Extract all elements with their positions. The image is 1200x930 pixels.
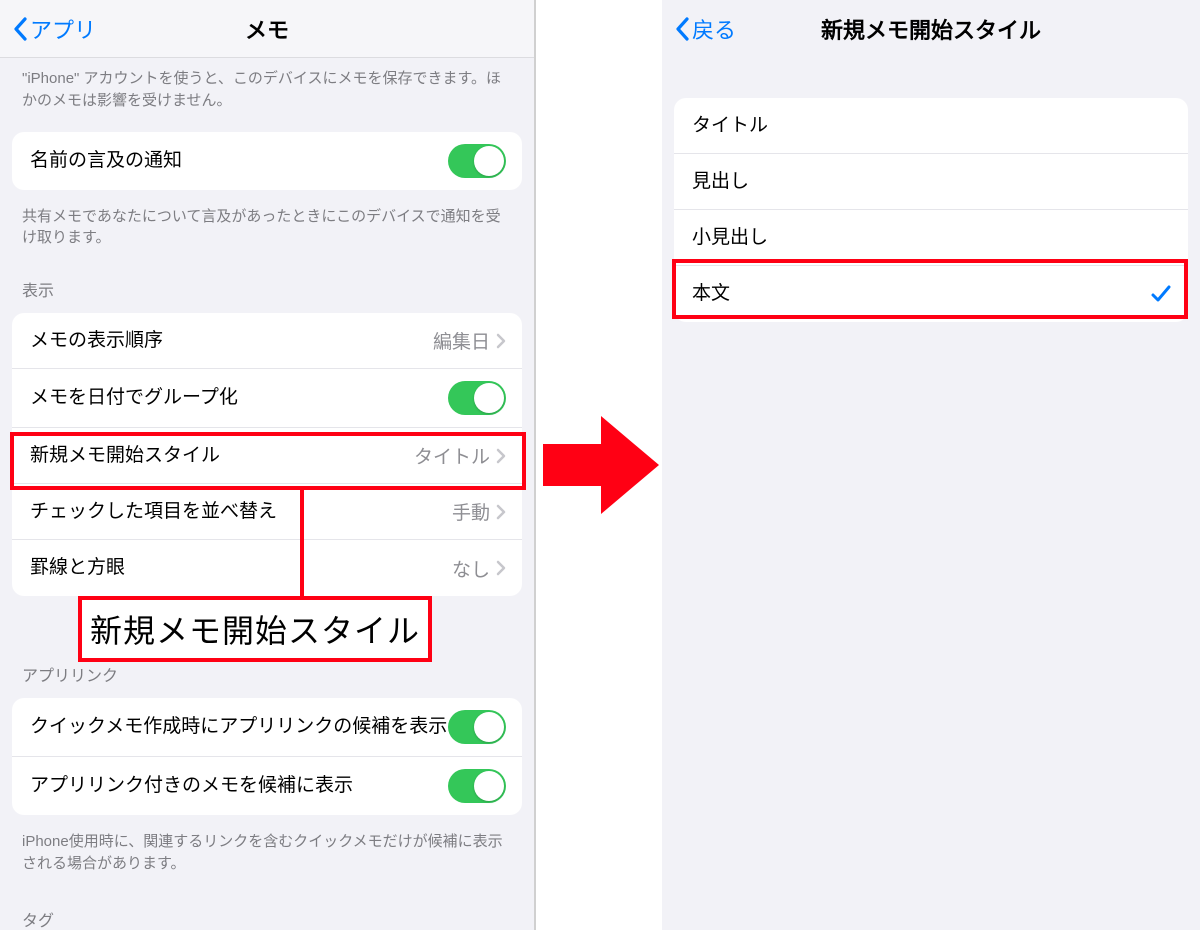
style-option-row[interactable]: 見出し [674, 154, 1188, 210]
style-value: タイトル [414, 442, 490, 469]
chevron-right-icon [496, 560, 506, 576]
content-scroll: "iPhone" アカウントを使うと、このデバイスにメモを保存できます。ほかのメ… [0, 58, 534, 930]
row-mention-toggle[interactable]: 名前の言及の通知 [12, 132, 522, 190]
arrow-right-icon [541, 410, 661, 520]
grid-value: なし [452, 555, 490, 582]
settings-pane-memo: アプリ メモ "iPhone" アカウントを使うと、このデバイスにメモを保存でき… [0, 0, 536, 930]
toggle-switch-on[interactable] [448, 769, 506, 803]
toggle-switch-on[interactable] [448, 710, 506, 744]
back-label: 戻る [692, 13, 736, 45]
chevron-right-icon [496, 333, 506, 349]
grid-label: 罫線と方眼 [30, 555, 452, 581]
row-lines-grids[interactable]: 罫線と方眼 なし [12, 540, 522, 596]
style-option-row[interactable]: タイトル [674, 98, 1188, 154]
page-title: メモ [245, 13, 289, 45]
chevron-left-icon [674, 17, 690, 41]
row-group-by-date[interactable]: メモを日付でグループ化 [12, 369, 522, 428]
style-option-row[interactable]: 本文 [674, 266, 1188, 322]
chevron-right-icon [496, 448, 506, 464]
group-label: メモを日付でグループ化 [30, 385, 448, 411]
content-scroll: タイトル見出し小見出し本文 [662, 58, 1200, 348]
option-label: 見出し [692, 169, 1172, 195]
show-label: アプリリンク付きのメモを候補に表示 [30, 773, 448, 799]
mention-label: 名前の言及の通知 [30, 148, 448, 174]
row-applink-show[interactable]: アプリリンク付きのメモを候補に表示 [12, 757, 522, 815]
chevron-left-icon [12, 17, 28, 41]
checked-label: チェックした項目を並べ替え [30, 499, 452, 525]
display-header: 表示 [0, 263, 534, 307]
row-new-note-style[interactable]: 新規メモ開始スタイル タイトル [12, 428, 522, 484]
transition-arrow-area [538, 0, 664, 930]
back-label: アプリ [30, 13, 96, 45]
nav-bar: アプリ メモ [0, 0, 534, 58]
row-sort-checked[interactable]: チェックした項目を並べ替え 手動 [12, 484, 522, 540]
mention-footer: 共有メモであなたについて言及があったときにこのデバイスで通知を受け取ります。 [0, 196, 534, 264]
account-footer: "iPhone" アカウントを使うと、このデバイスにメモを保存できます。ほかのメ… [0, 58, 534, 126]
back-button[interactable]: 戻る [674, 0, 736, 58]
style-option-row[interactable]: 小見出し [674, 210, 1188, 266]
checked-value: 手動 [452, 498, 490, 525]
toggle-switch-on[interactable] [448, 381, 506, 415]
settings-pane-style: 戻る 新規メモ開始スタイル タイトル見出し小見出し本文 [662, 0, 1200, 930]
applink-footer: iPhone使用時に、関連するリンクを含むクイックメモだけが候補に表示される場合… [0, 821, 534, 889]
toggle-switch-on[interactable] [448, 144, 506, 178]
row-quickmemo-suggest[interactable]: クイックメモ作成時にアプリリンクの候補を表示 [12, 698, 522, 757]
group-style-options: タイトル見出し小見出し本文 [674, 98, 1188, 322]
option-label: 小見出し [692, 225, 1172, 251]
option-label: タイトル [692, 113, 1172, 139]
page-title: 新規メモ開始スタイル [821, 13, 1041, 45]
nav-bar: 戻る 新規メモ開始スタイル [662, 0, 1200, 58]
group-display: メモの表示順序 編集日 メモを日付でグループ化 新規メモ開始スタイル タイトル … [12, 313, 522, 596]
group-applink: クイックメモ作成時にアプリリンクの候補を表示 アプリリンク付きのメモを候補に表示 [12, 698, 522, 815]
checkmark-icon [1150, 283, 1172, 305]
sort-label: メモの表示順序 [30, 328, 433, 354]
tag-header: タグ [0, 889, 534, 930]
row-sort-order[interactable]: メモの表示順序 編集日 [12, 313, 522, 369]
sort-value: 編集日 [433, 327, 490, 354]
back-button[interactable]: アプリ [12, 0, 96, 57]
chevron-right-icon [496, 504, 506, 520]
quick-label: クイックメモ作成時にアプリリンクの候補を表示 [30, 714, 448, 740]
group-mention: 名前の言及の通知 [12, 132, 522, 190]
option-label: 本文 [692, 281, 1150, 307]
style-label: 新規メモ開始スタイル [30, 443, 414, 469]
callout-label: 新規メモ開始スタイル [78, 596, 432, 662]
